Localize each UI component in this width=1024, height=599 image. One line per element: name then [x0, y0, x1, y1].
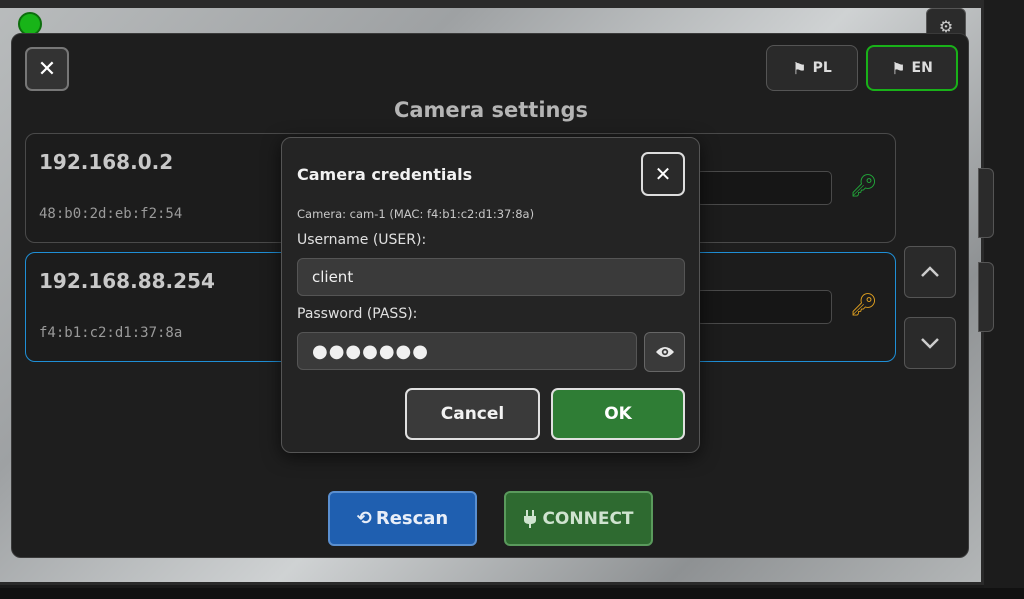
rescan-label: Rescan [375, 508, 449, 529]
connect-button[interactable]: CONNECT [504, 491, 653, 546]
flag-waving-icon: ⚑ [891, 58, 906, 78]
password-label: Password (PASS): [297, 306, 418, 322]
camera-mac: 48:b0:2d:eb:f2:54 [39, 206, 183, 222]
camera-ip: 192.168.88.254 [39, 269, 215, 293]
rescan-button[interactable]: ⟲ Rescan [328, 491, 477, 546]
close-icon: ✕ [654, 162, 672, 186]
dialog-title: Camera credentials [297, 165, 473, 184]
refresh-icon: ⟲ [356, 508, 372, 529]
flag-icon: ⚑ [792, 58, 807, 78]
language-code: PL [812, 60, 832, 76]
ok-button[interactable]: OK [551, 388, 685, 440]
chevron-up-icon [921, 266, 939, 277]
camera-name-input[interactable] [696, 290, 832, 324]
key-icon[interactable]: 🔑︎ [850, 174, 878, 199]
top-bar [0, 0, 1024, 8]
key-icon[interactable]: 🔑︎ [850, 293, 878, 318]
bottom-bar [0, 588, 1024, 599]
chevron-down-icon [921, 338, 939, 349]
scroll-down-button[interactable] [904, 317, 956, 369]
language-button-pl[interactable]: ⚑ PL [766, 45, 858, 91]
close-icon: ✕ [37, 56, 57, 82]
language-button-en[interactable]: ⚑ EN [866, 45, 958, 91]
eye-icon [655, 347, 674, 357]
username-input[interactable]: client [297, 258, 685, 296]
scroll-up-button[interactable] [904, 246, 956, 298]
connect-label: CONNECT [542, 508, 634, 529]
side-tab-lower[interactable] [978, 262, 994, 332]
camera-ip: 192.168.0.2 [39, 150, 174, 174]
plug-icon [524, 509, 537, 528]
page-title: Camera settings [393, 98, 589, 122]
dialog-camera-info: Camera: cam-1 (MAC: f4:b1:c2:d1:37:8a) [297, 207, 535, 221]
toggle-password-visibility-button[interactable] [644, 332, 685, 372]
password-input[interactable]: ●●●●●●● [297, 332, 637, 370]
panel-close-button[interactable]: ✕ [25, 47, 69, 91]
camera-mac: f4:b1:c2:d1:37:8a [39, 325, 183, 341]
dialog-close-button[interactable]: ✕ [641, 152, 685, 196]
camera-name-input[interactable] [696, 171, 832, 205]
camera-credentials-dialog: Camera credentials ✕ Camera: cam-1 (MAC:… [281, 137, 700, 453]
username-label: Username (USER): [297, 232, 427, 248]
side-tab-upper[interactable] [978, 168, 994, 238]
language-code: EN [911, 60, 933, 76]
cancel-button[interactable]: Cancel [405, 388, 540, 440]
